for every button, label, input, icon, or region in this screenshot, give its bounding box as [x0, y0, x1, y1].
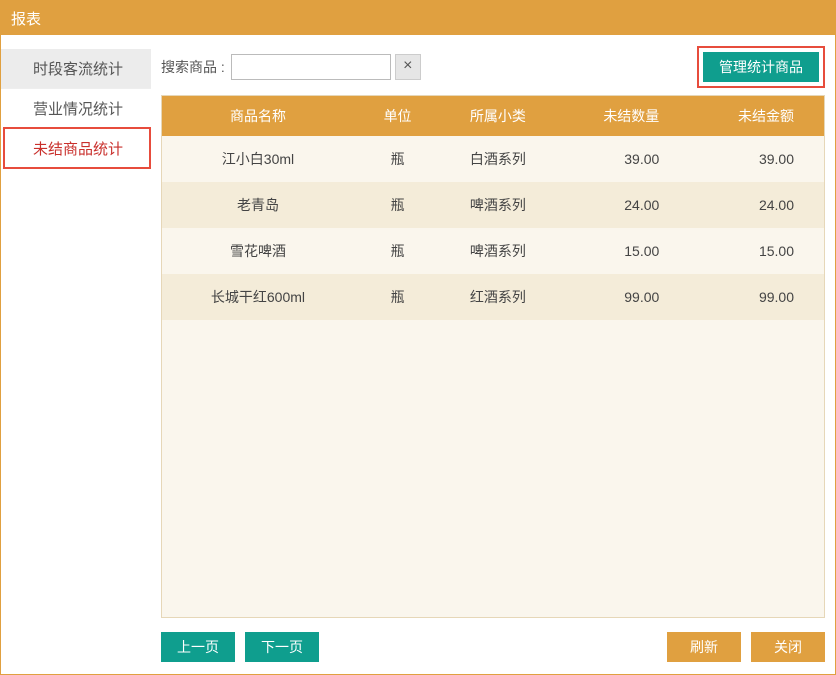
close-button[interactable]: 关闭	[751, 632, 825, 662]
cell-category: 红酒系列	[441, 287, 554, 307]
data-table: 商品名称 单位 所属小类 未结数量 未结金额 江小白30ml 瓶 白酒系列 39…	[161, 95, 825, 618]
table-row[interactable]: 长城干红600ml 瓶 红酒系列 99.00 99.00	[162, 274, 824, 320]
table-row[interactable]: 雪花啤酒 瓶 啤酒系列 15.00 15.00	[162, 228, 824, 274]
refresh-button[interactable]: 刷新	[667, 632, 741, 662]
sidebar-item-business[interactable]: 营业情况统计	[1, 89, 151, 129]
table-body: 江小白30ml 瓶 白酒系列 39.00 39.00 老青岛 瓶 啤酒系列 24…	[162, 136, 824, 617]
cell-name: 长城干红600ml	[162, 287, 354, 307]
cell-category: 啤酒系列	[441, 241, 554, 261]
report-window: 报表 时段客流统计 营业情况统计 未结商品统计 搜索商品 : ×	[0, 0, 836, 675]
toolbar: 搜索商品 : × 管理统计商品	[161, 51, 825, 83]
table-header: 商品名称 单位 所属小类 未结数量 未结金额	[162, 96, 824, 136]
prev-page-button[interactable]: 上一页	[161, 632, 235, 662]
cell-unit: 瓶	[354, 195, 441, 215]
cell-category: 白酒系列	[441, 149, 554, 169]
next-page-button[interactable]: 下一页	[245, 632, 319, 662]
sidebar: 时段客流统计 营业情况统计 未结商品统计	[1, 45, 151, 664]
cell-name: 老青岛	[162, 195, 354, 215]
window-body: 时段客流统计 营业情况统计 未结商品统计 搜索商品 : × 管理统计商品	[1, 35, 835, 674]
cell-unit: 瓶	[354, 241, 441, 261]
cell-amount: 15.00	[689, 243, 824, 259]
table-row[interactable]: 江小白30ml 瓶 白酒系列 39.00 39.00	[162, 136, 824, 182]
search-label: 搜索商品 :	[161, 57, 225, 77]
cell-qty: 15.00	[555, 243, 690, 259]
prev-page-label: 上一页	[177, 637, 219, 657]
manage-button-highlight: 管理统计商品	[697, 46, 825, 88]
next-page-label: 下一页	[261, 637, 303, 657]
window-title: 报表	[11, 8, 41, 29]
table-row[interactable]: 老青岛 瓶 啤酒系列 24.00 24.00	[162, 182, 824, 228]
th-amount: 未结金额	[689, 106, 824, 126]
cell-unit: 瓶	[354, 287, 441, 307]
cell-name: 江小白30ml	[162, 149, 354, 169]
cell-amount: 39.00	[689, 151, 824, 167]
sidebar-item-label: 时段客流统计	[33, 58, 123, 79]
cell-qty: 99.00	[555, 289, 690, 305]
close-label: 关闭	[774, 637, 802, 657]
clear-search-button[interactable]: ×	[395, 54, 421, 80]
close-icon: ×	[403, 57, 412, 74]
main-panel: 搜索商品 : × 管理统计商品 商品名称 单位 所属小类 未结数量	[161, 45, 825, 664]
th-unit: 单位	[354, 106, 441, 126]
th-category: 所属小类	[441, 106, 554, 126]
refresh-label: 刷新	[690, 637, 718, 657]
sidebar-item-unsettled-goods[interactable]: 未结商品统计	[1, 129, 151, 169]
cell-category: 啤酒系列	[441, 195, 554, 215]
th-name: 商品名称	[162, 106, 354, 126]
manage-button-label: 管理统计商品	[719, 57, 803, 77]
cell-qty: 24.00	[555, 197, 690, 213]
cell-amount: 99.00	[689, 289, 824, 305]
window-titlebar: 报表	[1, 1, 835, 35]
cell-name: 雪花啤酒	[162, 241, 354, 261]
cell-unit: 瓶	[354, 149, 441, 169]
search-input[interactable]	[231, 54, 391, 80]
sidebar-item-label: 未结商品统计	[33, 138, 123, 159]
sidebar-item-label: 营业情况统计	[33, 98, 123, 119]
footer-toolbar: 上一页 下一页 刷新 关闭	[161, 630, 825, 664]
cell-qty: 39.00	[555, 151, 690, 167]
th-qty: 未结数量	[555, 106, 690, 126]
sidebar-item-time-traffic[interactable]: 时段客流统计	[1, 49, 151, 89]
cell-amount: 24.00	[689, 197, 824, 213]
manage-goods-button[interactable]: 管理统计商品	[703, 52, 819, 82]
